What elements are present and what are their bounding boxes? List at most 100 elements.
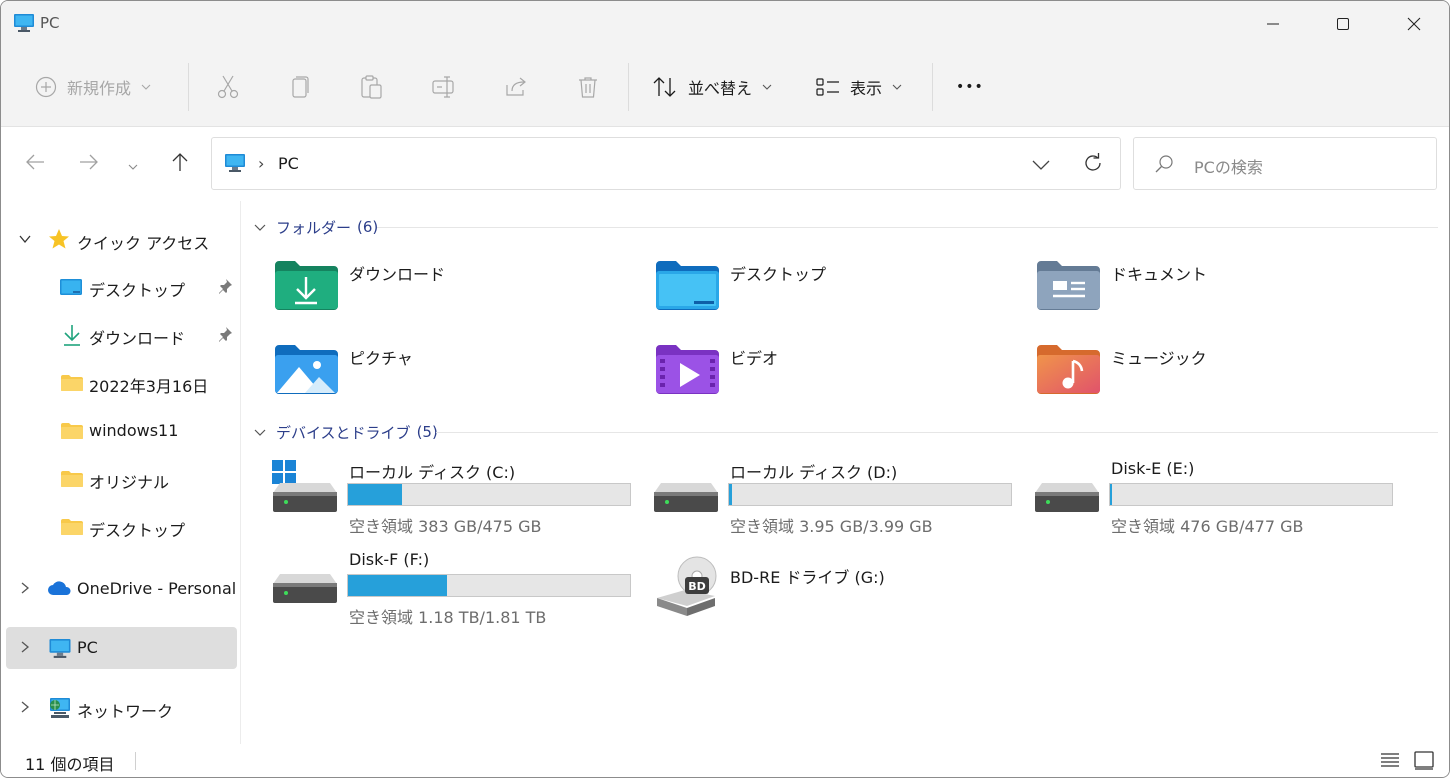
sidebar-item-folder-windows11[interactable]: windows11 xyxy=(6,410,237,452)
drive-usage-fill xyxy=(348,575,447,596)
desktop-folder-icon xyxy=(59,278,83,300)
collapse-chevron-down-icon[interactable] xyxy=(254,423,266,441)
sidebar-item-folder-20220316[interactable]: 2022年3月16日 xyxy=(6,362,237,404)
arrow-up-icon xyxy=(170,152,190,176)
drive-name: Disk-F (F:) xyxy=(349,550,430,569)
chevron-down-icon xyxy=(141,84,151,90)
refresh-icon[interactable] xyxy=(1082,152,1104,178)
folder-tile-music[interactable]: ミュージック xyxy=(1035,343,1405,419)
back-button[interactable] xyxy=(17,147,53,181)
toolbar-divider xyxy=(188,63,189,111)
expand-chevron-right-icon[interactable] xyxy=(18,580,32,599)
drives-group-title: デバイスとドライブ xyxy=(276,423,411,442)
folder-icon xyxy=(60,470,84,492)
drive-usage-bar xyxy=(347,483,631,506)
forward-button[interactable] xyxy=(71,147,107,181)
drive-tile-d[interactable]: ローカル ディスク (D:) 空き領域 3.95 GB/3.99 GB xyxy=(653,459,1023,545)
drives-group-header[interactable]: デバイスとドライブ (5) xyxy=(254,417,1438,447)
expand-chevron-down-icon[interactable] xyxy=(18,231,32,250)
collapse-chevron-down-icon[interactable] xyxy=(254,218,266,236)
sidebar-item-folder-original[interactable]: オリジナル xyxy=(6,458,237,500)
folder-tile-desktop[interactable]: デスクトップ xyxy=(654,259,1024,335)
paste-button[interactable] xyxy=(360,69,384,105)
drive-usage-fill xyxy=(348,484,402,505)
folder-name: ピクチャ xyxy=(349,349,413,368)
pc-monitor-icon xyxy=(13,13,35,37)
drive-usage-bar xyxy=(1109,483,1393,506)
folder-tile-videos[interactable]: ビデオ xyxy=(654,343,1024,419)
search-icon xyxy=(1154,154,1174,178)
drive-usage-bar xyxy=(728,483,1012,506)
close-button[interactable] xyxy=(1379,1,1449,47)
address-history-chevron-icon[interactable] xyxy=(1032,155,1050,174)
rename-icon xyxy=(431,75,457,99)
address-bar[interactable]: › PC xyxy=(211,137,1121,190)
group-divider xyxy=(377,227,1438,228)
recent-locations-button[interactable] xyxy=(115,147,151,181)
sidebar-item-pc[interactable]: PC xyxy=(6,627,237,669)
folders-group-title: フォルダー xyxy=(276,218,352,237)
breadcrumb-separator[interactable]: › xyxy=(258,154,264,173)
large-icons-view-icon[interactable] xyxy=(1413,749,1435,775)
hard-drive-icon xyxy=(272,550,340,610)
drive-tile-e[interactable]: Disk-E (E:) 空き領域 476 GB/477 GB xyxy=(1034,459,1404,545)
expand-chevron-right-icon[interactable] xyxy=(18,699,32,718)
cloud-icon xyxy=(47,580,73,600)
sidebar-item-label: ダウンロード xyxy=(89,329,186,348)
drive-tile-g[interactable]: BD BD-RE ドライブ (G:) xyxy=(653,556,1023,642)
pin-icon[interactable] xyxy=(217,326,233,346)
folder-tile-documents[interactable]: ドキュメント xyxy=(1035,259,1405,335)
rename-button[interactable] xyxy=(431,69,457,105)
view-button[interactable]: 表示 xyxy=(816,69,902,105)
folder-icon xyxy=(60,422,84,444)
sidebar-item-label: PC xyxy=(77,638,98,657)
drive-free-space: 空き領域 383 GB/475 GB xyxy=(349,517,542,536)
arrow-left-icon xyxy=(25,153,45,175)
window-title: PC xyxy=(40,14,60,32)
pictures-folder-icon xyxy=(273,343,339,399)
sidebar-item-network[interactable]: ネットワーク xyxy=(6,687,237,729)
maximize-button[interactable] xyxy=(1308,1,1378,47)
up-button[interactable] xyxy=(162,147,198,181)
more-options-label: ••• xyxy=(956,79,984,95)
breadcrumb-pc[interactable]: PC xyxy=(278,154,299,173)
pc-monitor-icon xyxy=(48,638,72,663)
share-button[interactable] xyxy=(504,69,528,105)
more-options-button[interactable]: ••• xyxy=(956,69,984,105)
drive-tile-c[interactable]: ローカル ディスク (C:) 空き領域 383 GB/475 GB xyxy=(272,459,642,545)
drive-badge: BD xyxy=(688,580,706,593)
sidebar-item-quick-access[interactable]: クイック アクセス xyxy=(6,219,237,261)
clipboard-icon xyxy=(360,74,384,100)
command-bar: 新規作成 並べ替え 表示 ••• xyxy=(1,47,1449,127)
sidebar-item-folder-desktop[interactable]: デスクトップ xyxy=(6,506,237,548)
status-bar: 11 個の項目 xyxy=(1,744,1449,777)
pin-icon[interactable] xyxy=(217,278,233,298)
expand-chevron-right-icon[interactable] xyxy=(18,639,32,658)
sort-button[interactable]: 並べ替え xyxy=(652,69,772,105)
toolbar-divider xyxy=(628,63,629,111)
sidebar-item-onedrive[interactable]: OneDrive - Personal xyxy=(6,568,237,610)
folder-tile-downloads[interactable]: ダウンロード xyxy=(273,259,643,335)
chevron-down-icon xyxy=(128,155,138,174)
copy-button[interactable] xyxy=(289,69,311,105)
music-folder-icon xyxy=(1035,343,1101,399)
sidebar-item-label: デスクトップ xyxy=(89,281,186,300)
drive-usage-fill xyxy=(729,484,732,505)
sidebar-item-downloads-pinned[interactable]: ダウンロード xyxy=(6,314,237,356)
minimize-button[interactable] xyxy=(1238,1,1308,47)
details-view-icon[interactable] xyxy=(1379,749,1401,775)
sidebar-item-label: オリジナル xyxy=(89,473,170,492)
drive-tile-f[interactable]: Disk-F (F:) 空き領域 1.18 TB/1.81 TB xyxy=(272,550,642,636)
drives-group-count: (5) xyxy=(416,423,438,441)
folders-group-header[interactable]: フォルダー (6) xyxy=(254,212,1438,242)
cut-button[interactable] xyxy=(216,69,240,105)
search-box[interactable]: PCの検索 xyxy=(1133,137,1437,190)
delete-button[interactable] xyxy=(577,69,599,105)
folder-tile-pictures[interactable]: ピクチャ xyxy=(273,343,643,419)
item-count: 11 個の項目 xyxy=(25,755,115,774)
folder-name: ビデオ xyxy=(730,349,779,368)
sidebar-item-desktop-pinned[interactable]: デスクトップ xyxy=(6,266,237,308)
new-button[interactable]: 新規作成 xyxy=(35,69,151,105)
sidebar-item-label: windows11 xyxy=(89,421,179,440)
folder-name: ダウンロード xyxy=(349,265,446,284)
